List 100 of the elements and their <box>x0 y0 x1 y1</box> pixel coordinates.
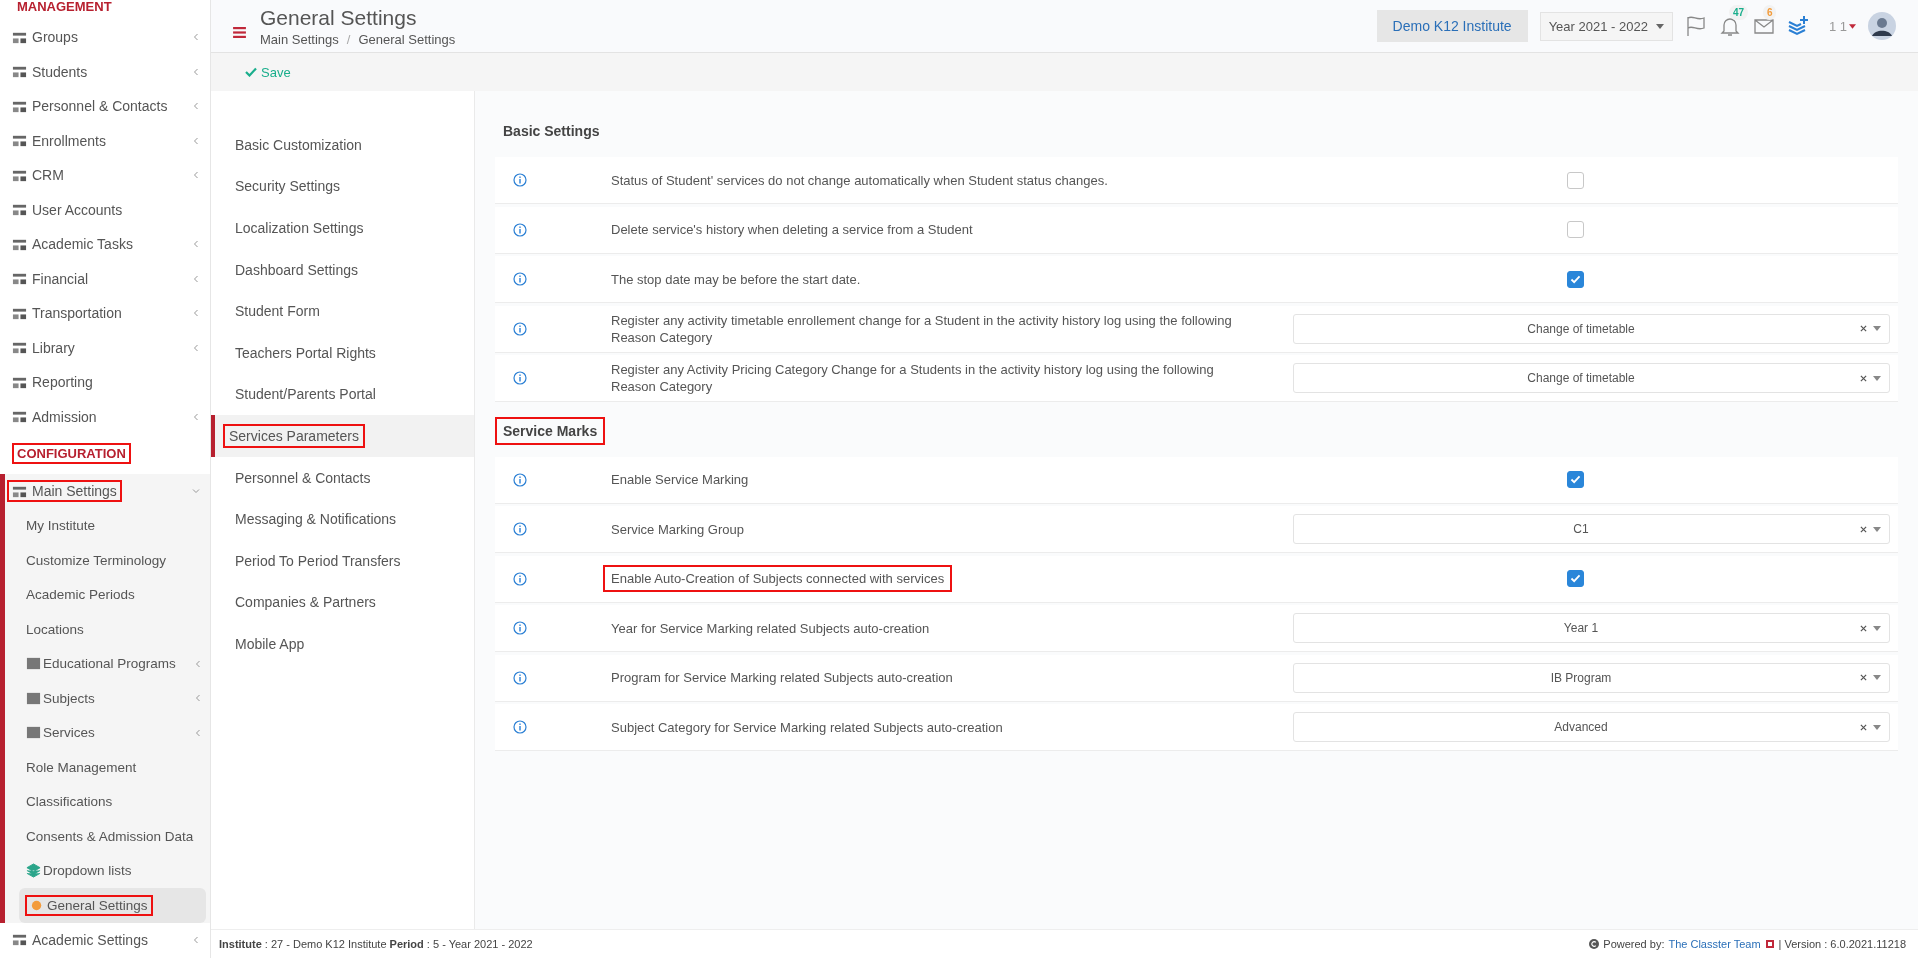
sidebar-subitem[interactable]: My Institute <box>5 508 210 543</box>
flag-icon[interactable] <box>1684 15 1707 37</box>
info-icon[interactable] <box>513 222 527 237</box>
info-icon[interactable] <box>513 522 527 536</box>
page-title: General Settings <box>260 5 418 30</box>
setting-label: Service Marking Group <box>610 520 745 539</box>
settings-tab[interactable]: Dashboard Settings <box>211 248 474 291</box>
chevron-left-icon <box>192 935 200 944</box>
setting-label: Enable Service Marking <box>610 471 750 489</box>
caret-icon <box>1873 625 1881 631</box>
logo-icon <box>1764 939 1775 949</box>
settings-tab[interactable]: Student Form <box>211 290 474 332</box>
select-field[interactable]: Year 1 <box>1293 613 1890 643</box>
avatar[interactable] <box>1868 12 1896 40</box>
settings-tab[interactable]: Basic Customization <box>211 124 474 166</box>
settings-tab[interactable]: Mobile App <box>211 623 474 665</box>
info-icon[interactable] <box>513 173 527 187</box>
info-icon[interactable] <box>513 321 527 336</box>
select-field[interactable]: Advanced <box>1293 712 1890 742</box>
clear-icon[interactable] <box>1860 723 1867 731</box>
sidebar-item[interactable]: Students <box>0 54 210 89</box>
setting-label: Register any activity timetable enrollement change for a Student in the activity history log using the following Reason Category <box>610 311 1233 347</box>
institute-button[interactable]: Demo K12 Institute <box>1376 10 1528 42</box>
sidebar-subitem[interactable]: Classifications <box>5 784 210 819</box>
sidebar-item[interactable]: Enrollments <box>0 123 210 158</box>
checkbox[interactable] <box>1567 471 1584 488</box>
bell-icon[interactable] <box>1718 15 1741 37</box>
setting-label: Year for Service Marking related Subjects auto-creation <box>610 619 931 638</box>
sidebar-item[interactable]: Transportation <box>0 296 210 331</box>
message-badge: 6 <box>1762 5 1777 20</box>
sidebar-item[interactable]: Academic Tasks <box>0 227 210 262</box>
setting-label: Enable Auto-Creation of Subjects connected with services <box>603 565 953 592</box>
info-icon[interactable] <box>513 670 527 685</box>
info-icon[interactable] <box>513 472 527 487</box>
clear-icon[interactable] <box>1860 624 1867 632</box>
sidebar-item[interactable]: Personnel & Contacts <box>0 89 210 124</box>
footer-info: Institute : 27 - Demo K12 Institute Period : 5 - Year 2021 - 2022 <box>219 938 533 950</box>
chevron-down-icon <box>192 487 200 496</box>
settings-tab[interactable]: Companies & Partners <box>211 581 474 624</box>
sidebar-subitem[interactable]: Educational Programs <box>5 646 210 681</box>
select-field[interactable]: IB Program <box>1293 662 1890 693</box>
checkbox[interactable] <box>1567 570 1584 587</box>
sidebar-subitem[interactable]: Locations <box>5 612 210 647</box>
chevron-left-icon <box>192 343 200 352</box>
info-icon[interactable] <box>513 571 527 586</box>
info-icon[interactable] <box>513 272 527 286</box>
settings-tab[interactable]: Period To Period Transfers <box>211 539 474 582</box>
select-field[interactable]: C1 <box>1293 514 1890 544</box>
caret-icon <box>1849 23 1856 29</box>
clear-icon[interactable] <box>1860 674 1867 681</box>
checkbox[interactable] <box>1567 221 1584 238</box>
sidebar-item[interactable]: User Accounts <box>0 192 210 227</box>
sidebar-subitem[interactable]: General Settings <box>19 888 206 923</box>
settings-tab[interactable]: Messaging & Notifications <box>211 498 474 540</box>
setting-label: Register any Activity Pricing Category Change for a Students in the activity history log using the following Reason Category <box>610 361 1215 396</box>
checkbox[interactable] <box>1567 171 1584 189</box>
sidebar-subitem[interactable]: Role Management <box>5 750 210 785</box>
info-icon[interactable] <box>513 371 527 385</box>
sidebar-subitem[interactable]: Services <box>5 715 210 750</box>
info-icon[interactable] <box>513 621 527 635</box>
team-link[interactable]: The Classter Team <box>1668 938 1761 950</box>
chevron-left-icon <box>194 728 202 737</box>
powered-by-text: Powered by: <box>1603 938 1665 950</box>
chevron-left-icon <box>192 67 200 76</box>
menu-icon[interactable] <box>233 26 246 38</box>
settings-tab[interactable]: Security Settings <box>211 165 474 208</box>
section-heading: Basic Settings <box>502 122 601 141</box>
clear-icon[interactable] <box>1860 325 1867 332</box>
sidebar-subitem[interactable]: Academic Periods <box>5 577 210 612</box>
settings-tab[interactable]: Personnel & Contacts <box>211 456 474 499</box>
sidebar-subitem[interactable]: Subjects <box>5 681 210 716</box>
check-icon <box>1570 574 1581 583</box>
clear-icon[interactable] <box>1860 374 1867 382</box>
layers-plus-icon[interactable] <box>1786 15 1809 37</box>
sidebar-subitem[interactable]: Dropdown lists <box>5 853 210 888</box>
year-dropdown[interactable]: Year 2021 - 2022 <box>1539 11 1673 41</box>
sidebar-item[interactable]: Academic Settings <box>0 922 210 957</box>
checkbox[interactable] <box>1567 270 1584 288</box>
sidebar-subitem[interactable]: Consents & Admission Data <box>5 819 210 854</box>
info-icon[interactable] <box>513 720 527 734</box>
sidebar-item[interactable]: Groups <box>0 20 210 55</box>
sidebar-item[interactable]: Reporting <box>0 365 210 400</box>
sidebar-item[interactable]: Library <box>0 330 210 365</box>
select-field[interactable]: Change of timetable <box>1293 363 1890 393</box>
sidebar-subitem[interactable]: Customize Terminology <box>5 543 210 578</box>
setting-label: Status of Student' services do not change automatically when Student status changes. <box>610 171 1109 190</box>
check-icon <box>1570 274 1581 284</box>
settings-tab[interactable]: Student/Parents Portal <box>211 373 474 416</box>
breadcrumb[interactable]: Main Settings <box>260 31 339 47</box>
sidebar-item[interactable]: CRM <box>0 158 210 193</box>
check-icon <box>1570 475 1581 484</box>
select-field[interactable]: Change of timetable <box>1293 313 1890 344</box>
sidebar-item[interactable]: Main Settings <box>5 474 210 509</box>
breadcrumb[interactable]: General Settings <box>358 31 456 47</box>
settings-tab[interactable]: Services Parameters <box>211 415 474 457</box>
settings-tab[interactable]: Localization Settings <box>211 207 474 249</box>
clear-icon[interactable] <box>1860 525 1867 533</box>
settings-tab[interactable]: Teachers Portal Rights <box>211 331 474 374</box>
sidebar-item[interactable]: Admission <box>0 399 210 434</box>
sidebar-item[interactable]: Financial <box>0 261 210 296</box>
